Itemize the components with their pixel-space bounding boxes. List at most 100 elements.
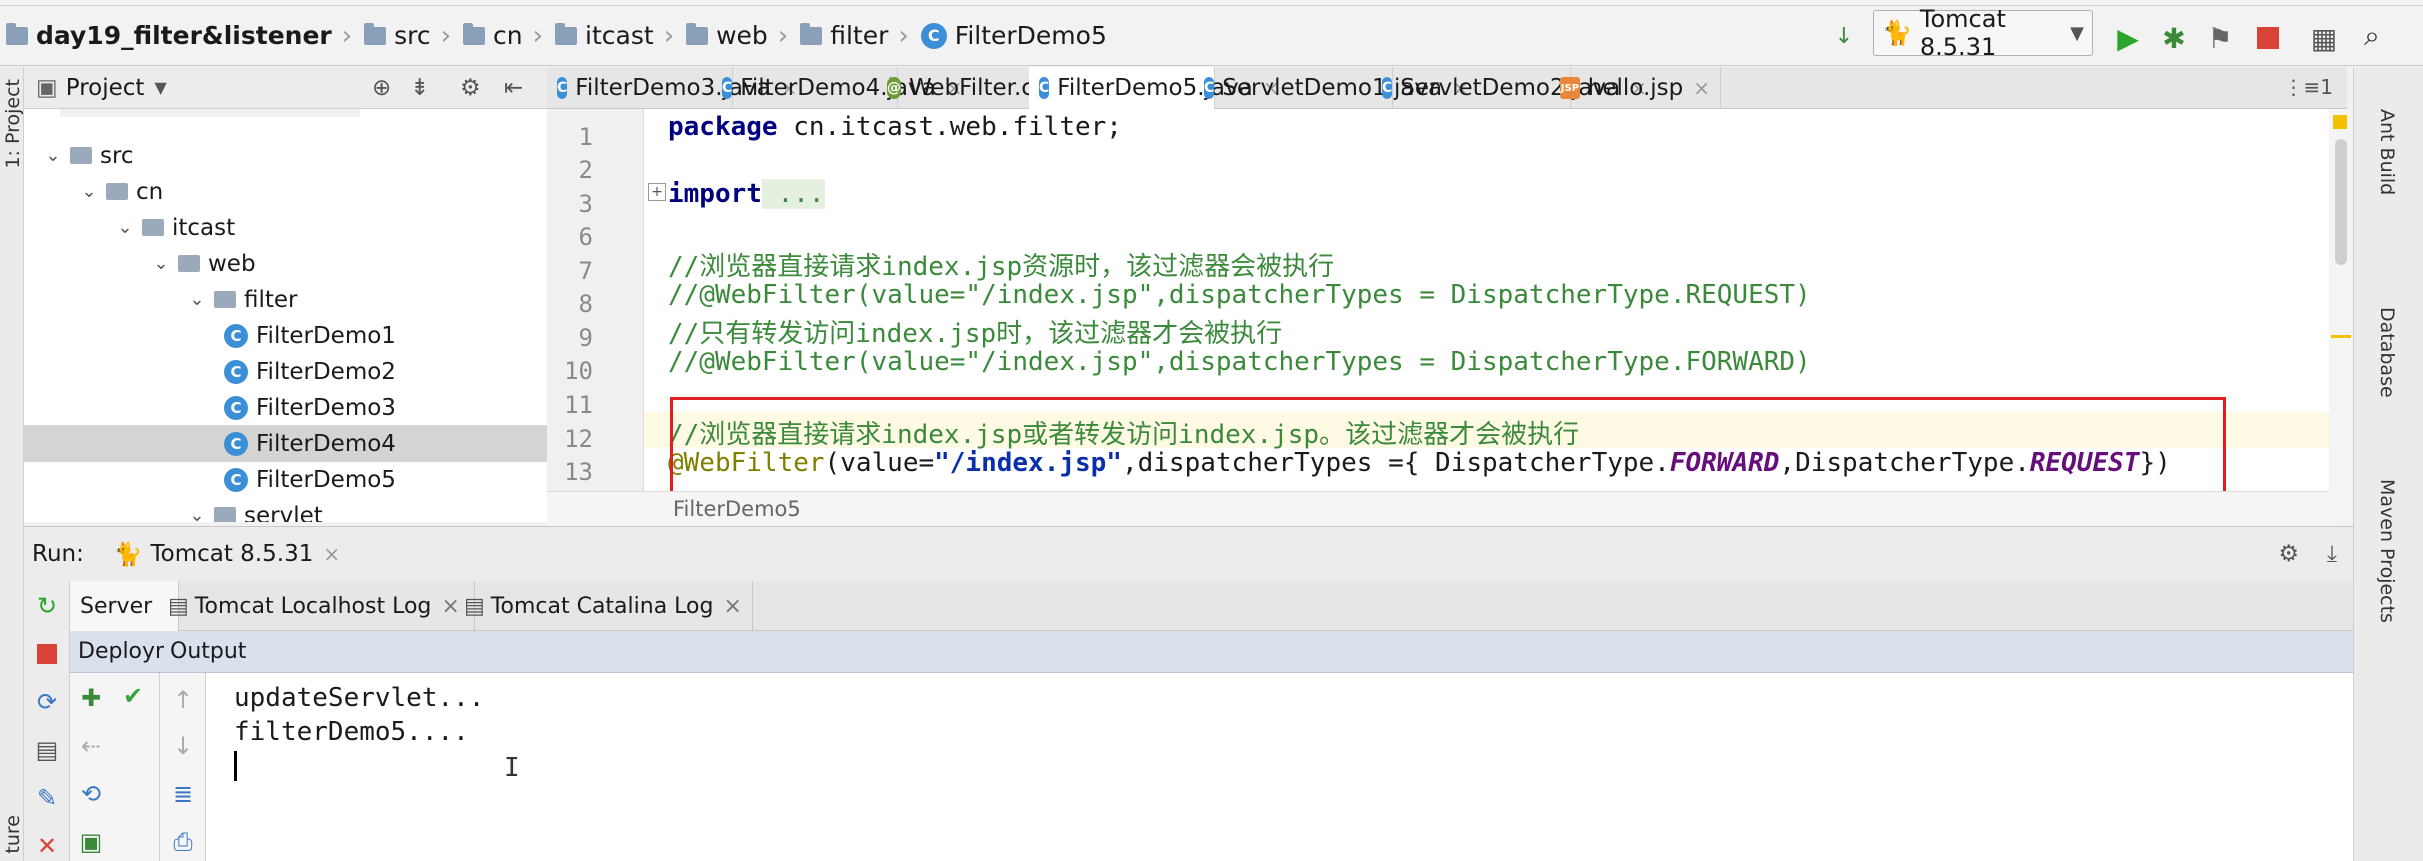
tree-item[interactable]: ⌄ src (24, 137, 547, 174)
rerun-icon[interactable]: ↻ (32, 591, 62, 621)
console-line: updateServlet... (234, 683, 485, 713)
breadcrumb-project[interactable]: day19_filter&listener › (0, 6, 358, 66)
tree-item[interactable]: C FilterDemo4 (24, 425, 547, 462)
chevron-down-icon[interactable]: ▼ (154, 78, 166, 97)
folder-icon (214, 507, 236, 522)
breadcrumb-itcast[interactable]: itcast › (549, 6, 680, 66)
coverage-icon[interactable]: ⚑ (2204, 22, 2236, 55)
tree-item[interactable]: C FilterDemo2 (24, 353, 547, 390)
print-icon[interactable]: ⎙ (168, 827, 198, 857)
tab-tomcat-localhost-log[interactable]: ▤ Tomcat Localhost Log × (158, 581, 475, 631)
pin-icon[interactable]: ✎ (32, 783, 62, 813)
run-configuration-select[interactable]: 🐈 Tomcat 8.5.31 ▼ (1873, 5, 2093, 61)
line-number: 7 (578, 257, 593, 285)
stop-icon[interactable] (2252, 22, 2284, 54)
close-icon[interactable]: × (723, 594, 741, 619)
close-icon[interactable]: × (323, 542, 340, 566)
refresh-icon[interactable]: ⟲ (76, 779, 106, 809)
breadcrumb-web[interactable]: web › (680, 6, 794, 66)
artifact-icon[interactable]: ▣ (76, 827, 106, 857)
chevron-down-icon[interactable]: ⌄ (116, 217, 134, 238)
tree-item[interactable]: ⌄ filter (24, 281, 547, 318)
scrollbar-thumb[interactable] (2335, 139, 2347, 265)
debug-icon[interactable]: ✱ (2158, 22, 2190, 55)
tree-item-label: FilterDemo5 (256, 466, 396, 493)
tree-item-label: FilterDemo1 (256, 322, 396, 349)
layout-icon[interactable]: ▤ (32, 735, 62, 765)
editor-tab[interactable]: C FilterDemo3.java × (547, 67, 797, 109)
run-icon[interactable]: ▶ (2112, 22, 2144, 55)
console-output[interactable]: updateServlet... filterDemo5.... I (206, 673, 2353, 861)
scroll-up-icon[interactable]: ↑ (168, 685, 198, 715)
project-tool-button[interactable]: 1: Project (2, 79, 24, 169)
undeploy-icon[interactable]: ⇠ (76, 731, 106, 761)
database-tool-button[interactable]: Database (2376, 307, 2398, 398)
text-cursor (234, 751, 237, 781)
tree-item[interactable]: ⌄ itcast (24, 209, 547, 246)
tab-label: Tomcat Catalina Log (490, 593, 714, 619)
search-icon[interactable]: ⌕ (2356, 19, 2388, 52)
tree-item-label: servlet (244, 502, 323, 523)
tree-item[interactable]: ⌄ cn (24, 173, 547, 210)
run-config-tab[interactable]: Tomcat 8.5.31 (151, 541, 314, 567)
chevron-down-icon[interactable]: ⌄ (188, 289, 206, 310)
editor-scrollbar[interactable] (2329, 109, 2353, 526)
run-label: Run: (32, 541, 84, 567)
collapse-icon[interactable]: ⇟ (410, 75, 429, 101)
editor-breadcrumb-label[interactable]: FilterDemo5 (673, 497, 801, 521)
tree-item[interactable]: ⌄ servlet (24, 497, 547, 522)
breadcrumb-cn[interactable]: cn › (457, 6, 549, 66)
class-icon: C (224, 395, 248, 420)
editor-tab[interactable]: JSP hello.jsp × (1550, 67, 1721, 109)
breadcrumb-filterdemo5[interactable]: C FilterDemo5 (915, 6, 1113, 66)
breadcrumb-src[interactable]: src › (358, 6, 457, 66)
breadcrumb-filter[interactable]: filter › (794, 6, 915, 66)
soft-wrap-icon[interactable]: ≣ (168, 779, 198, 809)
error-stripe-marker[interactable] (2331, 335, 2351, 338)
tab-tomcat-catalina-log[interactable]: ▤ Tomcat Catalina Log × (454, 581, 753, 631)
close-icon[interactable]: × (1693, 76, 1710, 100)
code-line-10: //@WebFilter(value="/index.jsp",dispatch… (668, 347, 1811, 377)
annotation-class-icon: @ (887, 77, 901, 99)
chevron-down-icon[interactable]: ⌄ (188, 505, 206, 522)
chevron-down-icon[interactable]: ⌄ (152, 253, 170, 274)
editor-tab[interactable]: C FilterDemo5.java × (1029, 67, 1279, 109)
tab-overflow-button[interactable]: ⋮≡1 (2284, 75, 2333, 99)
tree-item-label: src (100, 142, 134, 169)
warning-marker[interactable] (2333, 115, 2347, 129)
tree-item[interactable]: C FilterDemo1 (24, 317, 547, 354)
project-panel-title[interactable]: Project (66, 75, 145, 101)
maven-projects-tool-button[interactable]: Maven Projects (2376, 479, 2398, 623)
line-number: 1 (578, 123, 593, 151)
stop-icon[interactable] (32, 639, 62, 669)
editor-tab[interactable]: @WebFilter.class× (877, 67, 1105, 109)
gear-icon[interactable]: ⚙ (460, 75, 481, 101)
log-icon: ▤ (168, 593, 189, 619)
tree-item[interactable]: C FilterDemo5 (24, 461, 547, 498)
scroll-down-icon[interactable]: ↓ (168, 731, 198, 761)
hide-icon[interactable]: ⇤ (504, 75, 523, 101)
run-tab-bar: Server ▤ Tomcat Localhost Log × ▤ Tomcat Ca… (70, 581, 2353, 631)
close-icon[interactable]: ✕ (32, 831, 62, 861)
locate-icon[interactable]: ⊕ (372, 75, 391, 101)
chevron-down-icon[interactable]: ⌄ (80, 181, 98, 202)
fold-toggle-icon[interactable]: + (648, 183, 666, 201)
structure-tool-button[interactable]: ture (2, 815, 24, 854)
chevron-down-icon[interactable]: ⌄ (44, 145, 62, 166)
class-icon: C (224, 431, 248, 456)
deploy-icon[interactable]: ✚ (76, 683, 106, 713)
tree-item[interactable]: C FilterDemo3 (24, 389, 547, 426)
editor-tab[interactable]: C ServletDemo2.java × (1372, 67, 1647, 109)
folder-icon (364, 22, 387, 45)
tree-item-label: web (208, 250, 256, 277)
tree-item[interactable]: ⌄ web (24, 245, 547, 282)
tree-item-label: cn (136, 178, 164, 205)
update-icon[interactable]: ⟳ (32, 687, 62, 717)
editor-tab[interactable]: C ServletDemo1.java × (1194, 67, 1469, 109)
editor-tab[interactable]: C FilterDemo4.java × (712, 67, 962, 109)
project-structure-icon[interactable]: ▦ (2308, 22, 2340, 55)
ant-build-tool-button[interactable]: Ant Build (2376, 109, 2398, 195)
gear-icon[interactable]: ⚙ (2278, 541, 2299, 567)
hide-panel-icon[interactable]: ⤓ (2327, 541, 2337, 567)
sort-icon[interactable]: ↓ (1828, 20, 1860, 52)
